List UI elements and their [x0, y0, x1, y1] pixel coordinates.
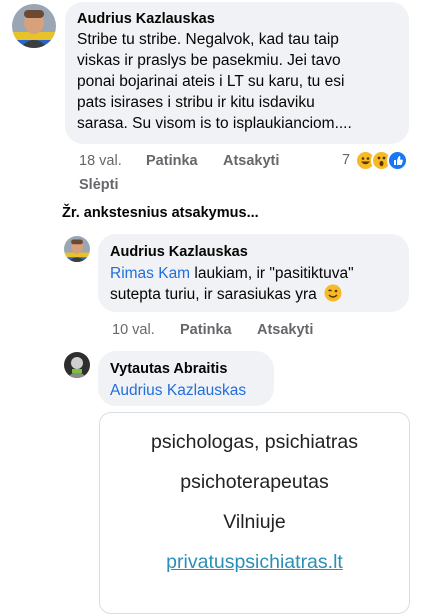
hide-label: Slėpti [79, 177, 119, 193]
wink-emoji-icon [324, 284, 342, 308]
like-label: Patinka [180, 322, 232, 338]
reply2-author[interactable]: Vytautas Abraitis [110, 360, 227, 378]
comment-line: sarasa. Su visom is to isplaukianciom...… [77, 115, 352, 132]
comment-author[interactable]: Audrius Kazlauskas [77, 10, 215, 28]
like-label: Patinka [146, 153, 198, 169]
reply2-bubble: Vytautas Abraitis Audrius Kazlauskas [98, 351, 274, 406]
reply-line: Rimas Kam laukiam, ir "pasitiktuva" [110, 263, 405, 284]
reply-text: Rimas Kam laukiam, ir "pasitiktuva" sute… [110, 263, 405, 308]
reply-like-button[interactable]: Patinka [180, 321, 232, 339]
reply-label: Atsakyti [223, 153, 280, 169]
comment-line: ponai bojarinai ateis i LT su karu, tu e… [77, 73, 345, 90]
reply-button[interactable]: Atsakyti [223, 152, 279, 170]
like-button[interactable]: Patinka [146, 152, 198, 170]
reply-bubble: Audrius Kazlauskas Rimas Kam laukiam, ir… [98, 234, 409, 312]
attached-image[interactable]: psichologas, psichiatras psichoterapeuta… [99, 412, 410, 614]
avatar-vytautas[interactable] [64, 352, 90, 378]
comment-line: Stribe tu stribe. Negalvok, kad tau taip [77, 31, 339, 48]
comment-time[interactable]: 18 val. [79, 153, 122, 169]
ad-line: psichologas, psichiatras [150, 431, 359, 453]
like-react-icon [387, 150, 408, 171]
hide-replies-button[interactable]: Slėpti [79, 176, 118, 194]
reaction-summary[interactable]: 7 [342, 150, 412, 172]
profile-photo-icon [12, 4, 56, 48]
reply-reply-button[interactable]: Atsakyti [257, 321, 313, 339]
comment-actions: 18 val. [79, 152, 122, 170]
profile-photo-icon [64, 352, 90, 378]
comment-line: pats isirases i stribu ir kitu isdaviku [77, 94, 315, 111]
comment-bubble: Audrius Kazlauskas Stribe tu stribe. Neg… [65, 2, 409, 144]
reply-time[interactable]: 10 val. [112, 321, 155, 339]
comment-line: viskas ir praslys be pasekmiu. Jei tavo [77, 52, 341, 69]
reply-text-part: sutepta turiu, ir sarasiukas yra [110, 286, 317, 303]
reply-label: Atsakyti [257, 322, 314, 338]
ad-link[interactable]: privatuspsichiatras.lt [100, 551, 409, 574]
avatar-audrius-reply[interactable] [64, 236, 90, 262]
reply-line: sutepta turiu, ir sarasiukas yra [110, 284, 405, 308]
avatar-audrius[interactable] [12, 4, 56, 48]
ad-line: psichoterapeutas [180, 471, 329, 493]
ad-line: Vilniuje [223, 511, 286, 533]
profile-photo-icon [64, 236, 90, 262]
mention-link[interactable]: Rimas Kam [110, 265, 190, 282]
view-previous-replies[interactable]: Žr. ankstesnius atsakymus... [62, 205, 259, 221]
reply-text-part: laukiam, ir "pasitiktuva" [190, 265, 354, 282]
comment-text: Stribe tu stribe. Negalvok, kad tau taip… [77, 29, 407, 134]
reply-author[interactable]: Audrius Kazlauskas [110, 243, 248, 261]
reply2-mention[interactable]: Audrius Kazlauskas [110, 380, 246, 401]
reaction-count: 7 [342, 152, 351, 168]
previous-replies-label: Žr. ankstesnius atsakymus... [62, 205, 259, 221]
